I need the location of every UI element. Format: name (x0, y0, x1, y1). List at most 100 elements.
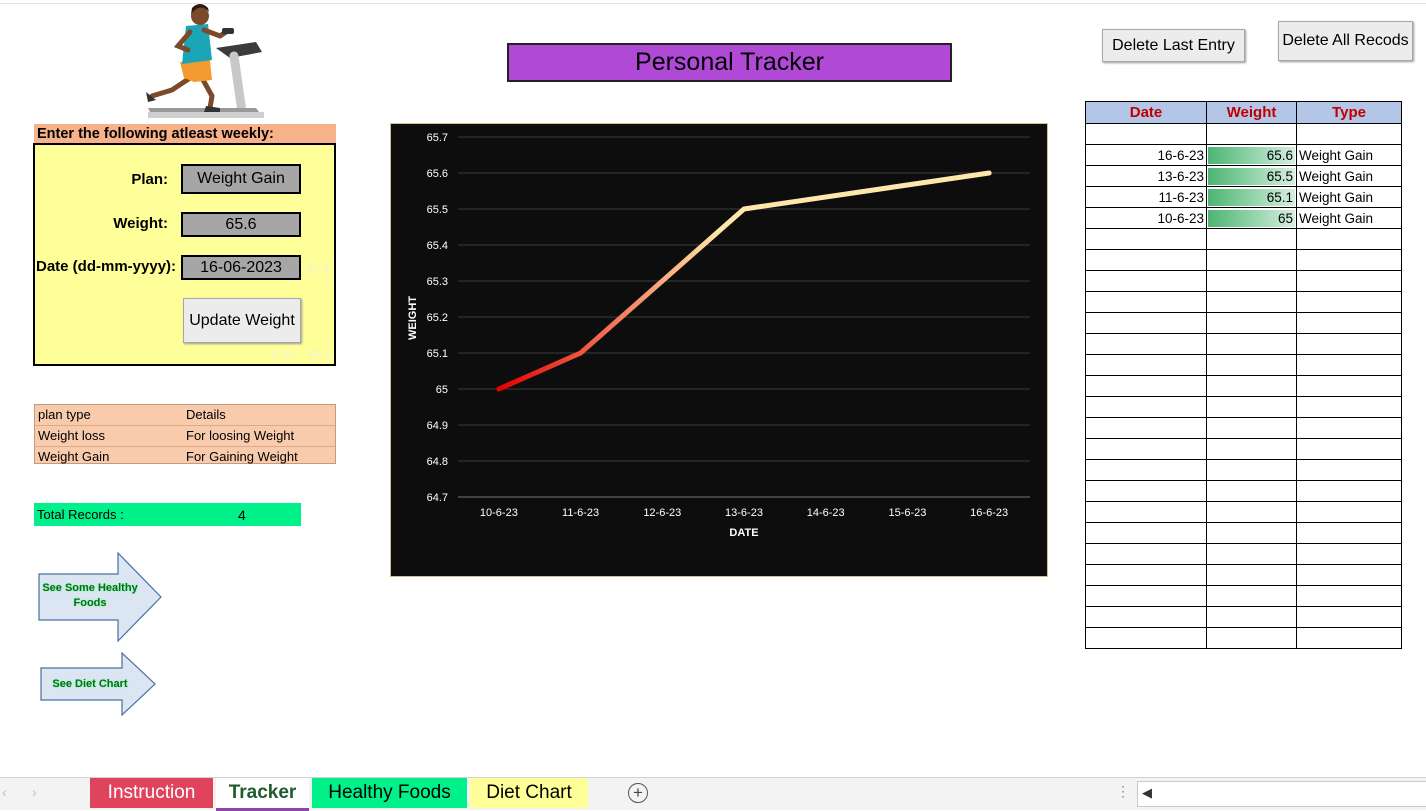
tab-healthy-foods[interactable]: Healthy Foods (312, 778, 467, 808)
x-tick-label: 11-6-23 (562, 507, 599, 519)
update-weight-button[interactable]: Update Weight (183, 298, 301, 343)
empty-cell[interactable] (1086, 292, 1207, 313)
empty-cell[interactable] (1297, 565, 1402, 586)
date-cell[interactable]: 11-6-23 (1086, 187, 1207, 208)
empty-cell[interactable] (1297, 418, 1402, 439)
weight-line-chart[interactable]: 65.765.665.565.465.365.265.16564.964.864… (390, 123, 1048, 577)
tab-tracker[interactable]: Tracker (216, 778, 309, 811)
empty-cell[interactable] (1207, 124, 1297, 145)
empty-cell[interactable] (1086, 544, 1207, 565)
empty-cell[interactable] (1207, 565, 1297, 586)
scroll-left-icon[interactable]: ◀ (1142, 785, 1152, 801)
scroll-tabs-right-icon[interactable]: › (32, 784, 37, 800)
plan-field[interactable]: Weight Gain (181, 164, 301, 194)
weight-cell[interactable]: 65.6 (1207, 145, 1297, 166)
empty-cell[interactable] (1297, 586, 1402, 607)
delete-all-records-button[interactable]: Delete All Recods (1278, 21, 1413, 61)
scroll-tabs-left-icon[interactable]: ‹ (2, 784, 7, 800)
empty-cell[interactable] (1207, 502, 1297, 523)
empty-cell[interactable] (1297, 544, 1402, 565)
empty-cell[interactable] (1086, 628, 1207, 649)
empty-cell[interactable] (1086, 355, 1207, 376)
empty-cell[interactable] (1086, 502, 1207, 523)
weight-cell[interactable]: 65.5 (1207, 166, 1297, 187)
empty-cell[interactable] (1297, 502, 1402, 523)
empty-cell[interactable] (1297, 439, 1402, 460)
weight-cell[interactable]: 65.1 (1207, 187, 1297, 208)
type-cell[interactable]: Weight Gain (1297, 145, 1402, 166)
empty-cell[interactable] (1086, 460, 1207, 481)
empty-cell[interactable] (1207, 544, 1297, 565)
splitter-handle-icon[interactable]: ⋮ (1116, 783, 1130, 800)
empty-cell[interactable] (1086, 565, 1207, 586)
empty-cell[interactable] (1207, 271, 1297, 292)
empty-cell[interactable] (1207, 607, 1297, 628)
table-row (1086, 229, 1402, 250)
weight-cell[interactable]: 65 (1207, 208, 1297, 229)
empty-cell[interactable] (1207, 439, 1297, 460)
empty-cell[interactable] (1086, 586, 1207, 607)
empty-cell[interactable] (1207, 628, 1297, 649)
empty-cell[interactable] (1297, 523, 1402, 544)
empty-cell[interactable] (1086, 250, 1207, 271)
empty-cell[interactable] (1297, 124, 1402, 145)
date-cell[interactable]: 16-6-23 (1086, 145, 1207, 166)
empty-cell[interactable] (1086, 124, 1207, 145)
empty-cell[interactable] (1086, 271, 1207, 292)
see-diet-chart-arrow[interactable]: See Diet Chart (40, 652, 156, 716)
empty-cell[interactable] (1086, 313, 1207, 334)
empty-cell[interactable] (1297, 250, 1402, 271)
empty-cell[interactable] (1297, 292, 1402, 313)
empty-cell[interactable] (1086, 439, 1207, 460)
empty-cell[interactable] (1086, 523, 1207, 544)
table-row (1086, 481, 1402, 502)
empty-cell[interactable] (1297, 355, 1402, 376)
add-sheet-icon[interactable]: + (628, 783, 648, 803)
empty-cell[interactable] (1086, 397, 1207, 418)
empty-cell[interactable] (1297, 313, 1402, 334)
delete-last-entry-button[interactable]: Delete Last Entry (1102, 29, 1245, 62)
empty-cell[interactable] (1086, 229, 1207, 250)
tab-instruction[interactable]: Instruction (90, 778, 213, 808)
empty-cell[interactable] (1207, 481, 1297, 502)
x-tick-label: 13-6-23 (725, 507, 763, 519)
date-field[interactable]: 16-06-2023 (181, 255, 301, 280)
empty-cell[interactable] (1297, 481, 1402, 502)
tab-diet-chart[interactable]: Diet Chart (470, 778, 588, 808)
hidden-cell-value: 65.6 (308, 348, 331, 362)
date-cell[interactable]: 13-6-23 (1086, 166, 1207, 187)
empty-cell[interactable] (1297, 607, 1402, 628)
empty-cell[interactable] (1207, 313, 1297, 334)
empty-cell[interactable] (1207, 523, 1297, 544)
empty-cell[interactable] (1207, 460, 1297, 481)
empty-cell[interactable] (1297, 628, 1402, 649)
empty-cell[interactable] (1297, 397, 1402, 418)
empty-cell[interactable] (1207, 229, 1297, 250)
empty-cell[interactable] (1207, 250, 1297, 271)
empty-cell[interactable] (1297, 460, 1402, 481)
date-cell[interactable]: 10-6-23 (1086, 208, 1207, 229)
plan-type-cell: Weight loss (35, 426, 186, 446)
empty-cell[interactable] (1207, 418, 1297, 439)
type-cell[interactable]: Weight Gain (1297, 187, 1402, 208)
empty-cell[interactable] (1297, 271, 1402, 292)
see-healthy-foods-arrow[interactable]: See Some Healthy Foods (38, 552, 162, 642)
type-cell[interactable]: Weight Gain (1297, 208, 1402, 229)
empty-cell[interactable] (1207, 586, 1297, 607)
empty-cell[interactable] (1086, 334, 1207, 355)
type-cell[interactable]: Weight Gain (1297, 166, 1402, 187)
empty-cell[interactable] (1297, 334, 1402, 355)
empty-cell[interactable] (1086, 481, 1207, 502)
empty-cell[interactable] (1207, 376, 1297, 397)
empty-cell[interactable] (1297, 376, 1402, 397)
empty-cell[interactable] (1086, 607, 1207, 628)
empty-cell[interactable] (1086, 418, 1207, 439)
empty-cell[interactable] (1207, 292, 1297, 313)
horizontal-scrollbar[interactable]: ◀ (1137, 781, 1426, 807)
empty-cell[interactable] (1297, 229, 1402, 250)
empty-cell[interactable] (1207, 397, 1297, 418)
weight-field[interactable]: 65.6 (181, 212, 301, 237)
empty-cell[interactable] (1207, 355, 1297, 376)
empty-cell[interactable] (1086, 376, 1207, 397)
empty-cell[interactable] (1207, 334, 1297, 355)
